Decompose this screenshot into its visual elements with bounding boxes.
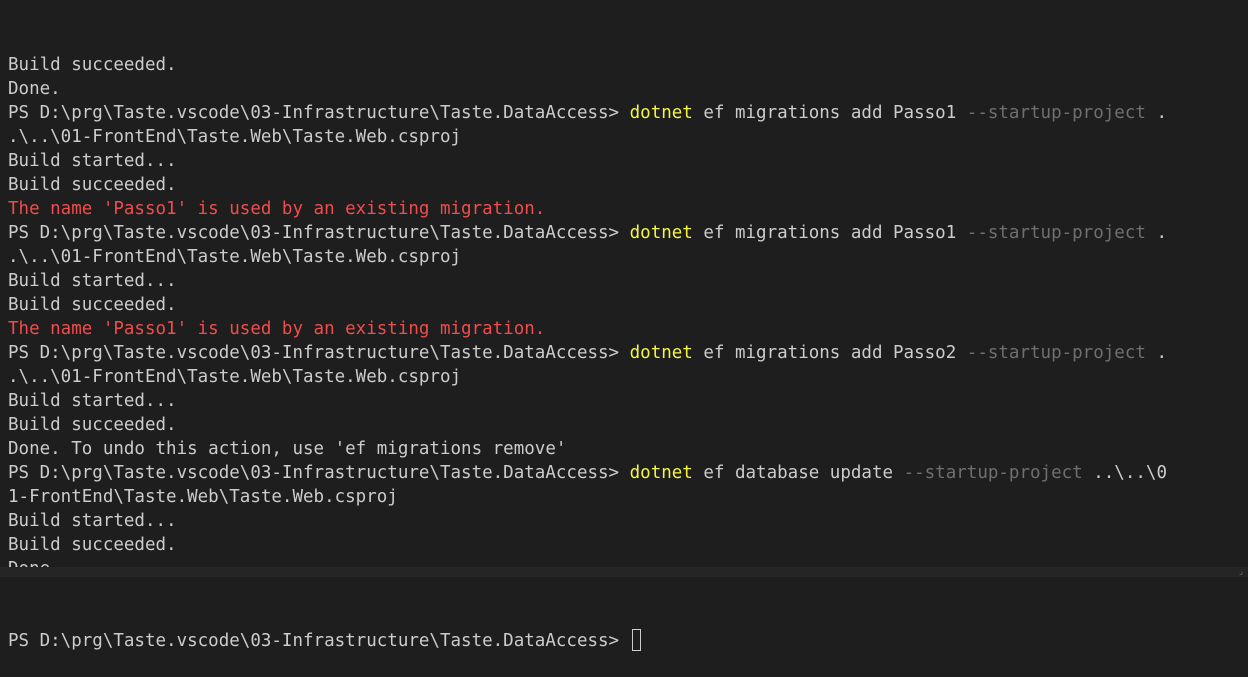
command-name: dotnet [630, 463, 693, 483]
terminal-line: Build started... [8, 509, 1248, 533]
terminal-prompt-line[interactable]: PS D:\prg\Taste.vscode\03-Infrastructure… [8, 629, 1248, 653]
terminal-line: Build succeeded. [8, 293, 1248, 317]
output-text: Build started... [8, 151, 177, 171]
command-flag: --startup-project [967, 343, 1146, 363]
output-text: Done. To undo this action, use 'ef migra… [8, 439, 566, 459]
output-text: PS D:\prg\Taste.vscode\03-Infrastructure… [8, 223, 630, 243]
output-text: ef migrations add Passo2 [693, 343, 967, 363]
output-text: PS D:\prg\Taste.vscode\03-Infrastructure… [8, 103, 630, 123]
output-text: . [1146, 103, 1167, 123]
output-text: Build succeeded. [8, 175, 177, 195]
output-text: Build succeeded. [8, 295, 177, 315]
terminal-line: Build started... [8, 389, 1248, 413]
output-text: Build started... [8, 271, 177, 291]
terminal-line: .\..\01-FrontEnd\Taste.Web\Taste.Web.csp… [8, 365, 1248, 389]
output-text: Done. [8, 79, 61, 99]
output-text: .\..\01-FrontEnd\Taste.Web\Taste.Web.csp… [8, 367, 461, 387]
command-name: dotnet [630, 103, 693, 123]
output-text: Build succeeded. [8, 535, 177, 555]
output-text: Build succeeded. [8, 55, 177, 75]
output-text: .\..\01-FrontEnd\Taste.Web\Taste.Web.csp… [8, 127, 461, 147]
terminal-line: .\..\01-FrontEnd\Taste.Web\Taste.Web.csp… [8, 245, 1248, 269]
terminal-line: Build succeeded. [8, 533, 1248, 557]
terminal-line: The name 'Passo1' is used by an existing… [8, 317, 1248, 341]
error-message: The name 'Passo1' is used by an existing… [8, 319, 545, 339]
terminal-cursor[interactable] [632, 629, 641, 651]
terminal-line: 1-FrontEnd\Taste.Web\Taste.Web.csproj [8, 485, 1248, 509]
terminal-line: PS D:\prg\Taste.vscode\03-Infrastructure… [8, 341, 1248, 365]
output-text: ef migrations add Passo1 [693, 103, 967, 123]
terminal-lines: Build succeeded. Done. PS D:\prg\Taste.vsc… [8, 53, 1248, 581]
command-flag: --startup-project [967, 103, 1146, 123]
output-text: . [1146, 343, 1167, 363]
terminal-line: Build succeeded. [8, 413, 1248, 437]
terminal-line: Build succeeded. [8, 53, 1248, 77]
horizontal-scrollbar[interactable]: ⌟ [0, 567, 1248, 577]
terminal-line: PS D:\prg\Taste.vscode\03-Infrastructure… [8, 221, 1248, 245]
output-text: Build succeeded. [8, 415, 177, 435]
output-text: PS D:\prg\Taste.vscode\03-Infrastructure… [8, 343, 630, 363]
output-text: ..\..\0 [1083, 463, 1167, 483]
command-flag: --startup-project [904, 463, 1083, 483]
terminal-line: PS D:\prg\Taste.vscode\03-Infrastructure… [8, 461, 1248, 485]
command-name: dotnet [630, 223, 693, 243]
output-text: . [1146, 223, 1167, 243]
terminal-line: The name 'Passo1' is used by an existing… [8, 197, 1248, 221]
resize-grip-icon: ⌟ [1234, 567, 1248, 577]
terminal-line: Build started... [8, 149, 1248, 173]
output-text: Build started... [8, 511, 177, 531]
output-text: ef database update [693, 463, 904, 483]
output-text: Build started... [8, 391, 177, 411]
command-name: dotnet [630, 343, 693, 363]
terminal-line: PS D:\prg\Taste.vscode\03-Infrastructure… [8, 101, 1248, 125]
output-text: PS D:\prg\Taste.vscode\03-Infrastructure… [8, 463, 630, 483]
terminal-line: Build succeeded. [8, 173, 1248, 197]
output-text: ef migrations add Passo1 [693, 223, 967, 243]
terminal-line: Build started... [8, 269, 1248, 293]
terminal-line: Done. To undo this action, use 'ef migra… [8, 437, 1248, 461]
terminal-line: Done. [8, 77, 1248, 101]
error-message: The name 'Passo1' is used by an existing… [8, 199, 545, 219]
output-text: .\..\01-FrontEnd\Taste.Web\Taste.Web.csp… [8, 247, 461, 267]
command-flag: --startup-project [967, 223, 1146, 243]
terminal-line: .\..\01-FrontEnd\Taste.Web\Taste.Web.csp… [8, 125, 1248, 149]
terminal-output[interactable]: Build succeeded. Done. PS D:\prg\Taste.vsc… [0, 0, 1248, 577]
output-text: 1-FrontEnd\Taste.Web\Taste.Web.csproj [8, 487, 398, 507]
terminal-prompt: PS D:\prg\Taste.vscode\03-Infrastructure… [8, 631, 630, 651]
